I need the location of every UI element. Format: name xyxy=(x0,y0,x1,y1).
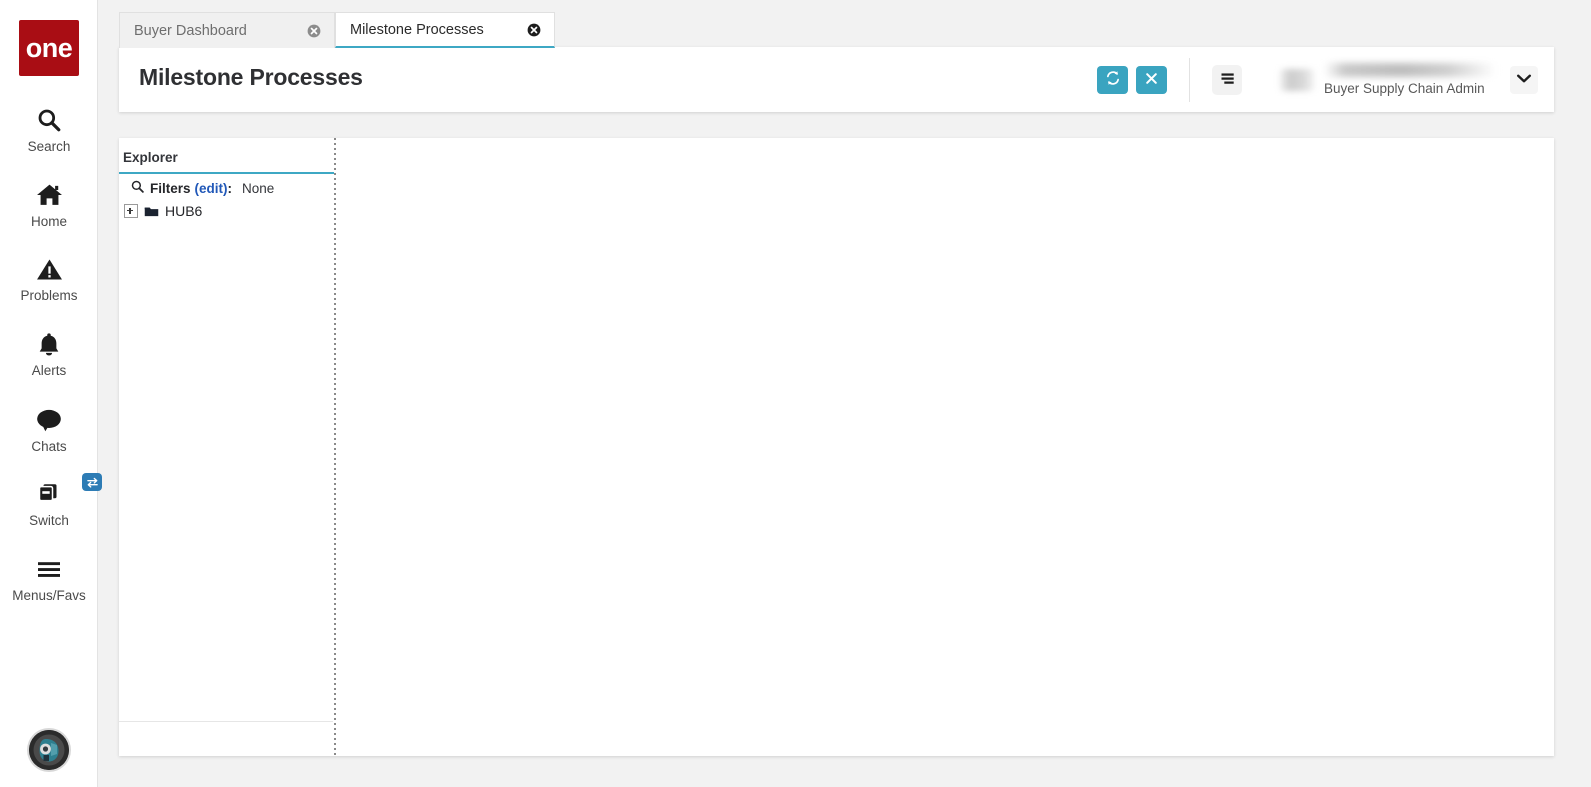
user-menu-toggle[interactable] xyxy=(1510,65,1538,94)
tree-node-hub6[interactable]: HUB6 xyxy=(124,201,329,221)
hamburger-icon xyxy=(35,552,63,586)
sidebar-label-problems: Problems xyxy=(20,288,78,303)
sidebar-item-alerts[interactable]: Alerts xyxy=(0,327,98,378)
explorer-underline xyxy=(119,172,334,174)
user-profile[interactable]: Buyer Supply Chain Admin xyxy=(1280,63,1538,96)
tab-label: Milestone Processes xyxy=(350,21,484,38)
home-icon xyxy=(36,178,63,212)
sidebar-label-chats: Chats xyxy=(31,439,67,454)
sidebar-item-switch[interactable]: Switch xyxy=(0,473,102,528)
search-icon xyxy=(131,180,144,196)
sidebar-label-home: Home xyxy=(30,214,67,229)
chevron-down-icon xyxy=(1516,71,1532,89)
refresh-button[interactable] xyxy=(1097,65,1128,94)
sidebar-item-home[interactable]: Home xyxy=(0,178,98,229)
sidebar-item-problems[interactable]: Problems xyxy=(0,252,98,303)
avatar[interactable] xyxy=(29,730,69,770)
header-divider xyxy=(1189,57,1190,102)
tab-bar: Buyer Dashboard Milestone Processes xyxy=(119,12,555,48)
x-icon xyxy=(1144,71,1159,89)
search-icon xyxy=(36,103,62,137)
user-name xyxy=(1324,63,1496,77)
filters-edit-link[interactable]: (edit) xyxy=(195,181,228,196)
explorer-panel: Explorer Filters (edit) : None HUB6 xyxy=(119,138,334,756)
tab-buyer-dashboard[interactable]: Buyer Dashboard xyxy=(119,12,335,48)
sidebar-item-search[interactable]: Search xyxy=(0,103,98,154)
user-role: Buyer Supply Chain Admin xyxy=(1324,81,1485,96)
switch-badge-icon xyxy=(82,473,102,491)
warning-triangle-icon xyxy=(36,252,63,286)
user-text: Buyer Supply Chain Admin xyxy=(1324,63,1496,96)
main-content-pane xyxy=(336,138,1554,756)
content-card: Explorer Filters (edit) : None HUB6 xyxy=(119,138,1554,756)
left-nav-sidebar: one Search Home Problems Alerts Chats Sw… xyxy=(0,0,102,787)
page-header: Milestone Processes Buyer Supply Chain A… xyxy=(119,47,1554,112)
tab-label: Buyer Dashboard xyxy=(134,22,247,39)
menu-lines-icon xyxy=(1219,71,1236,89)
sidebar-label-menus-favs: Menus/Favs xyxy=(12,588,86,603)
sidebar-label-switch: Switch xyxy=(29,513,69,528)
explorer-panel-divider xyxy=(119,721,333,722)
user-avatar xyxy=(1280,68,1314,91)
explorer-title: Explorer xyxy=(123,150,178,165)
sidebar-label-search: Search xyxy=(27,139,71,154)
tab-milestone-processes[interactable]: Milestone Processes xyxy=(335,12,555,48)
switch-cards-icon xyxy=(34,473,102,511)
close-circle-icon[interactable] xyxy=(306,23,322,39)
tree-node-label: HUB6 xyxy=(165,203,203,219)
brand-logo[interactable]: one xyxy=(19,20,79,76)
menu-button[interactable] xyxy=(1212,64,1242,95)
bell-icon xyxy=(37,327,61,361)
chat-bubble-icon xyxy=(35,403,63,437)
filters-value: None xyxy=(242,180,275,196)
folder-icon xyxy=(144,205,159,218)
filters-colon: : xyxy=(227,180,233,196)
refresh-icon xyxy=(1105,70,1121,89)
plus-box-icon[interactable] xyxy=(124,204,138,218)
header-actions: Buyer Supply Chain Admin xyxy=(1097,47,1538,112)
close-button[interactable] xyxy=(1136,65,1167,94)
explorer-tree: HUB6 xyxy=(124,201,329,221)
brand-logo-text: one xyxy=(25,32,73,63)
sidebar-item-chats[interactable]: Chats xyxy=(0,403,98,454)
close-circle-icon[interactable] xyxy=(526,22,542,38)
sidebar-item-menus-favs[interactable]: Menus/Favs xyxy=(0,552,98,603)
sidebar-label-alerts: Alerts xyxy=(31,363,67,378)
filters-row: Filters (edit) : None xyxy=(131,180,274,196)
page-title: Milestone Processes xyxy=(139,64,363,90)
filters-label: Filters xyxy=(150,180,191,196)
